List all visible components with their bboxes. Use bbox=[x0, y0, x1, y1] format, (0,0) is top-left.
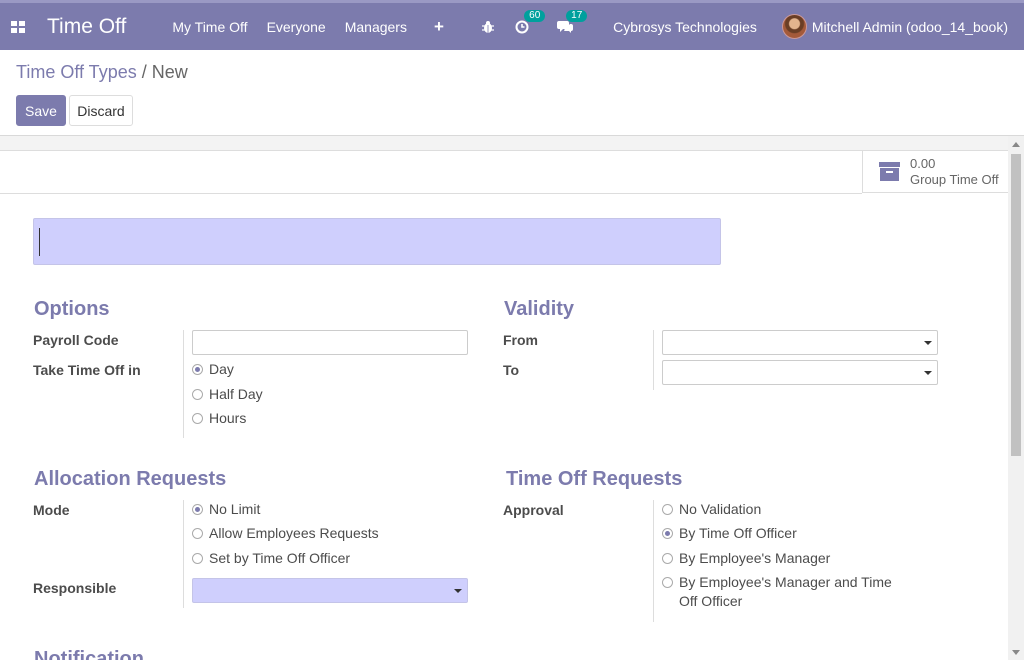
messages-count-badge: 17 bbox=[566, 9, 588, 22]
responsible-label: Responsible bbox=[33, 580, 117, 596]
chat-icon bbox=[557, 20, 574, 33]
radio-approval-manager-and-officer[interactable]: By Employee's Manager and Time Off Offic… bbox=[662, 573, 912, 611]
discard-button[interactable]: Discard bbox=[69, 95, 133, 126]
radio-approval-manager[interactable]: By Employee's Manager bbox=[662, 549, 830, 568]
caret-down-icon bbox=[924, 371, 932, 375]
radio-label-manager-and-officer: By Employee's Manager and Time Off Offic… bbox=[679, 574, 892, 609]
breadcrumb-parent[interactable]: Time Off Types bbox=[16, 62, 137, 82]
approval-label: Approval bbox=[503, 502, 564, 518]
breadcrumb-current: New bbox=[151, 62, 188, 82]
radio-dot bbox=[192, 553, 203, 564]
take-time-off-label: Take Time Off in bbox=[33, 362, 141, 378]
radio-dot bbox=[662, 577, 673, 588]
stat-value: 0.00 bbox=[910, 155, 936, 171]
radio-dot bbox=[662, 504, 673, 515]
mode-label: Mode bbox=[33, 502, 70, 518]
section-title-validity: Validity bbox=[504, 298, 575, 320]
radio-label-day: Day bbox=[209, 361, 234, 377]
company-switcher[interactable]: Cybrosys Technologies bbox=[613, 19, 757, 35]
radio-mode-allow-employees[interactable]: Allow Employees Requests bbox=[192, 524, 379, 543]
messages-notification[interactable]: 17 bbox=[557, 9, 588, 34]
section-title-time-off-requests: Time Off Requests bbox=[506, 468, 683, 490]
radio-label-hours: Hours bbox=[209, 410, 247, 426]
radio-label-no-limit: No Limit bbox=[209, 501, 261, 517]
clock-icon bbox=[515, 20, 529, 33]
scroll-up-icon[interactable] bbox=[1012, 142, 1020, 147]
user-name: Mitchell Admin (odoo_14_book) bbox=[811, 18, 1008, 35]
group-time-off-stat-button[interactable]: 0.00 Group Time Off bbox=[862, 151, 1008, 193]
radio-mode-set-by-officer[interactable]: Set by Time Off Officer bbox=[192, 549, 350, 568]
menu-managers[interactable]: Managers bbox=[345, 19, 407, 35]
radio-approval-officer[interactable]: By Time Off Officer bbox=[662, 524, 797, 543]
section-title-notification: Notification bbox=[34, 648, 144, 660]
from-date-picker[interactable] bbox=[662, 330, 938, 355]
radio-dot bbox=[192, 528, 203, 539]
radio-label-no-validation: No Validation bbox=[679, 501, 762, 517]
scroll-down-icon[interactable] bbox=[1012, 650, 1020, 655]
form-sheet: 0.00 Group Time Off Options Payroll Code… bbox=[0, 150, 1008, 660]
app-title[interactable]: Time Off bbox=[47, 15, 126, 39]
to-date-picker[interactable] bbox=[662, 360, 938, 385]
divider bbox=[0, 193, 862, 194]
payroll-code-label: Payroll Code bbox=[33, 332, 119, 348]
section-title-allocation: Allocation Requests bbox=[34, 468, 227, 490]
radio-take-day[interactable]: Day bbox=[192, 360, 234, 379]
radio-mode-no-limit[interactable]: No Limit bbox=[192, 500, 260, 519]
payroll-code-input[interactable] bbox=[192, 330, 468, 355]
radio-approval-no-validation[interactable]: No Validation bbox=[662, 500, 761, 519]
user-menu[interactable]: Mitchell Admin (odoo_14_book) bbox=[781, 14, 1008, 39]
responsible-select[interactable] bbox=[192, 578, 468, 603]
caret-down-icon bbox=[454, 589, 462, 593]
plus-icon[interactable]: + bbox=[434, 17, 444, 37]
breadcrumb: Time Off Types / New bbox=[16, 62, 188, 83]
activity-count-badge: 60 bbox=[524, 9, 546, 22]
scrollbar-thumb[interactable] bbox=[1011, 154, 1021, 456]
radio-label-officer: By Time Off Officer bbox=[679, 525, 797, 541]
radio-label-half-day: Half Day bbox=[209, 386, 263, 402]
stat-label: Group Time Off bbox=[910, 171, 999, 187]
radio-label-manager: By Employee's Manager bbox=[679, 550, 831, 566]
radio-label-set-by-officer: Set by Time Off Officer bbox=[209, 550, 351, 566]
radio-dot bbox=[192, 413, 203, 424]
radio-label-allow-employees: Allow Employees Requests bbox=[209, 525, 379, 541]
radio-dot-checked bbox=[192, 364, 203, 375]
form-view: 0.00 Group Time Off Options Payroll Code… bbox=[0, 135, 1024, 660]
radio-dot-checked bbox=[192, 504, 203, 515]
divider bbox=[183, 500, 184, 608]
radio-take-half-day[interactable]: Half Day bbox=[192, 385, 263, 404]
radio-dot-checked bbox=[662, 528, 673, 539]
from-label: From bbox=[503, 332, 538, 348]
divider bbox=[183, 330, 184, 438]
breadcrumb-separator: / bbox=[141, 62, 147, 82]
caret-down-icon bbox=[924, 341, 932, 345]
radio-take-hours[interactable]: Hours bbox=[192, 409, 246, 428]
menu-everyone[interactable]: Everyone bbox=[267, 19, 326, 35]
to-label: To bbox=[503, 362, 520, 378]
time-off-type-name-input[interactable] bbox=[33, 218, 721, 265]
radio-dot bbox=[662, 553, 673, 564]
activity-notification[interactable]: 60 bbox=[515, 9, 546, 34]
save-button[interactable]: Save bbox=[16, 95, 66, 126]
divider bbox=[653, 330, 654, 390]
apps-menu-icon[interactable] bbox=[11, 20, 25, 33]
vertical-scrollbar[interactable] bbox=[1008, 136, 1024, 660]
divider bbox=[653, 500, 654, 622]
radio-dot bbox=[192, 389, 203, 400]
section-title-options: Options bbox=[34, 298, 110, 320]
menu-my-time-off[interactable]: My Time Off bbox=[172, 19, 247, 35]
top-navbar: Time Off My Time Off Everyone Managers +… bbox=[0, 0, 1024, 50]
archive-icon bbox=[879, 162, 900, 181]
text-caret bbox=[39, 228, 40, 256]
bug-icon[interactable] bbox=[481, 20, 495, 34]
avatar bbox=[781, 14, 807, 39]
